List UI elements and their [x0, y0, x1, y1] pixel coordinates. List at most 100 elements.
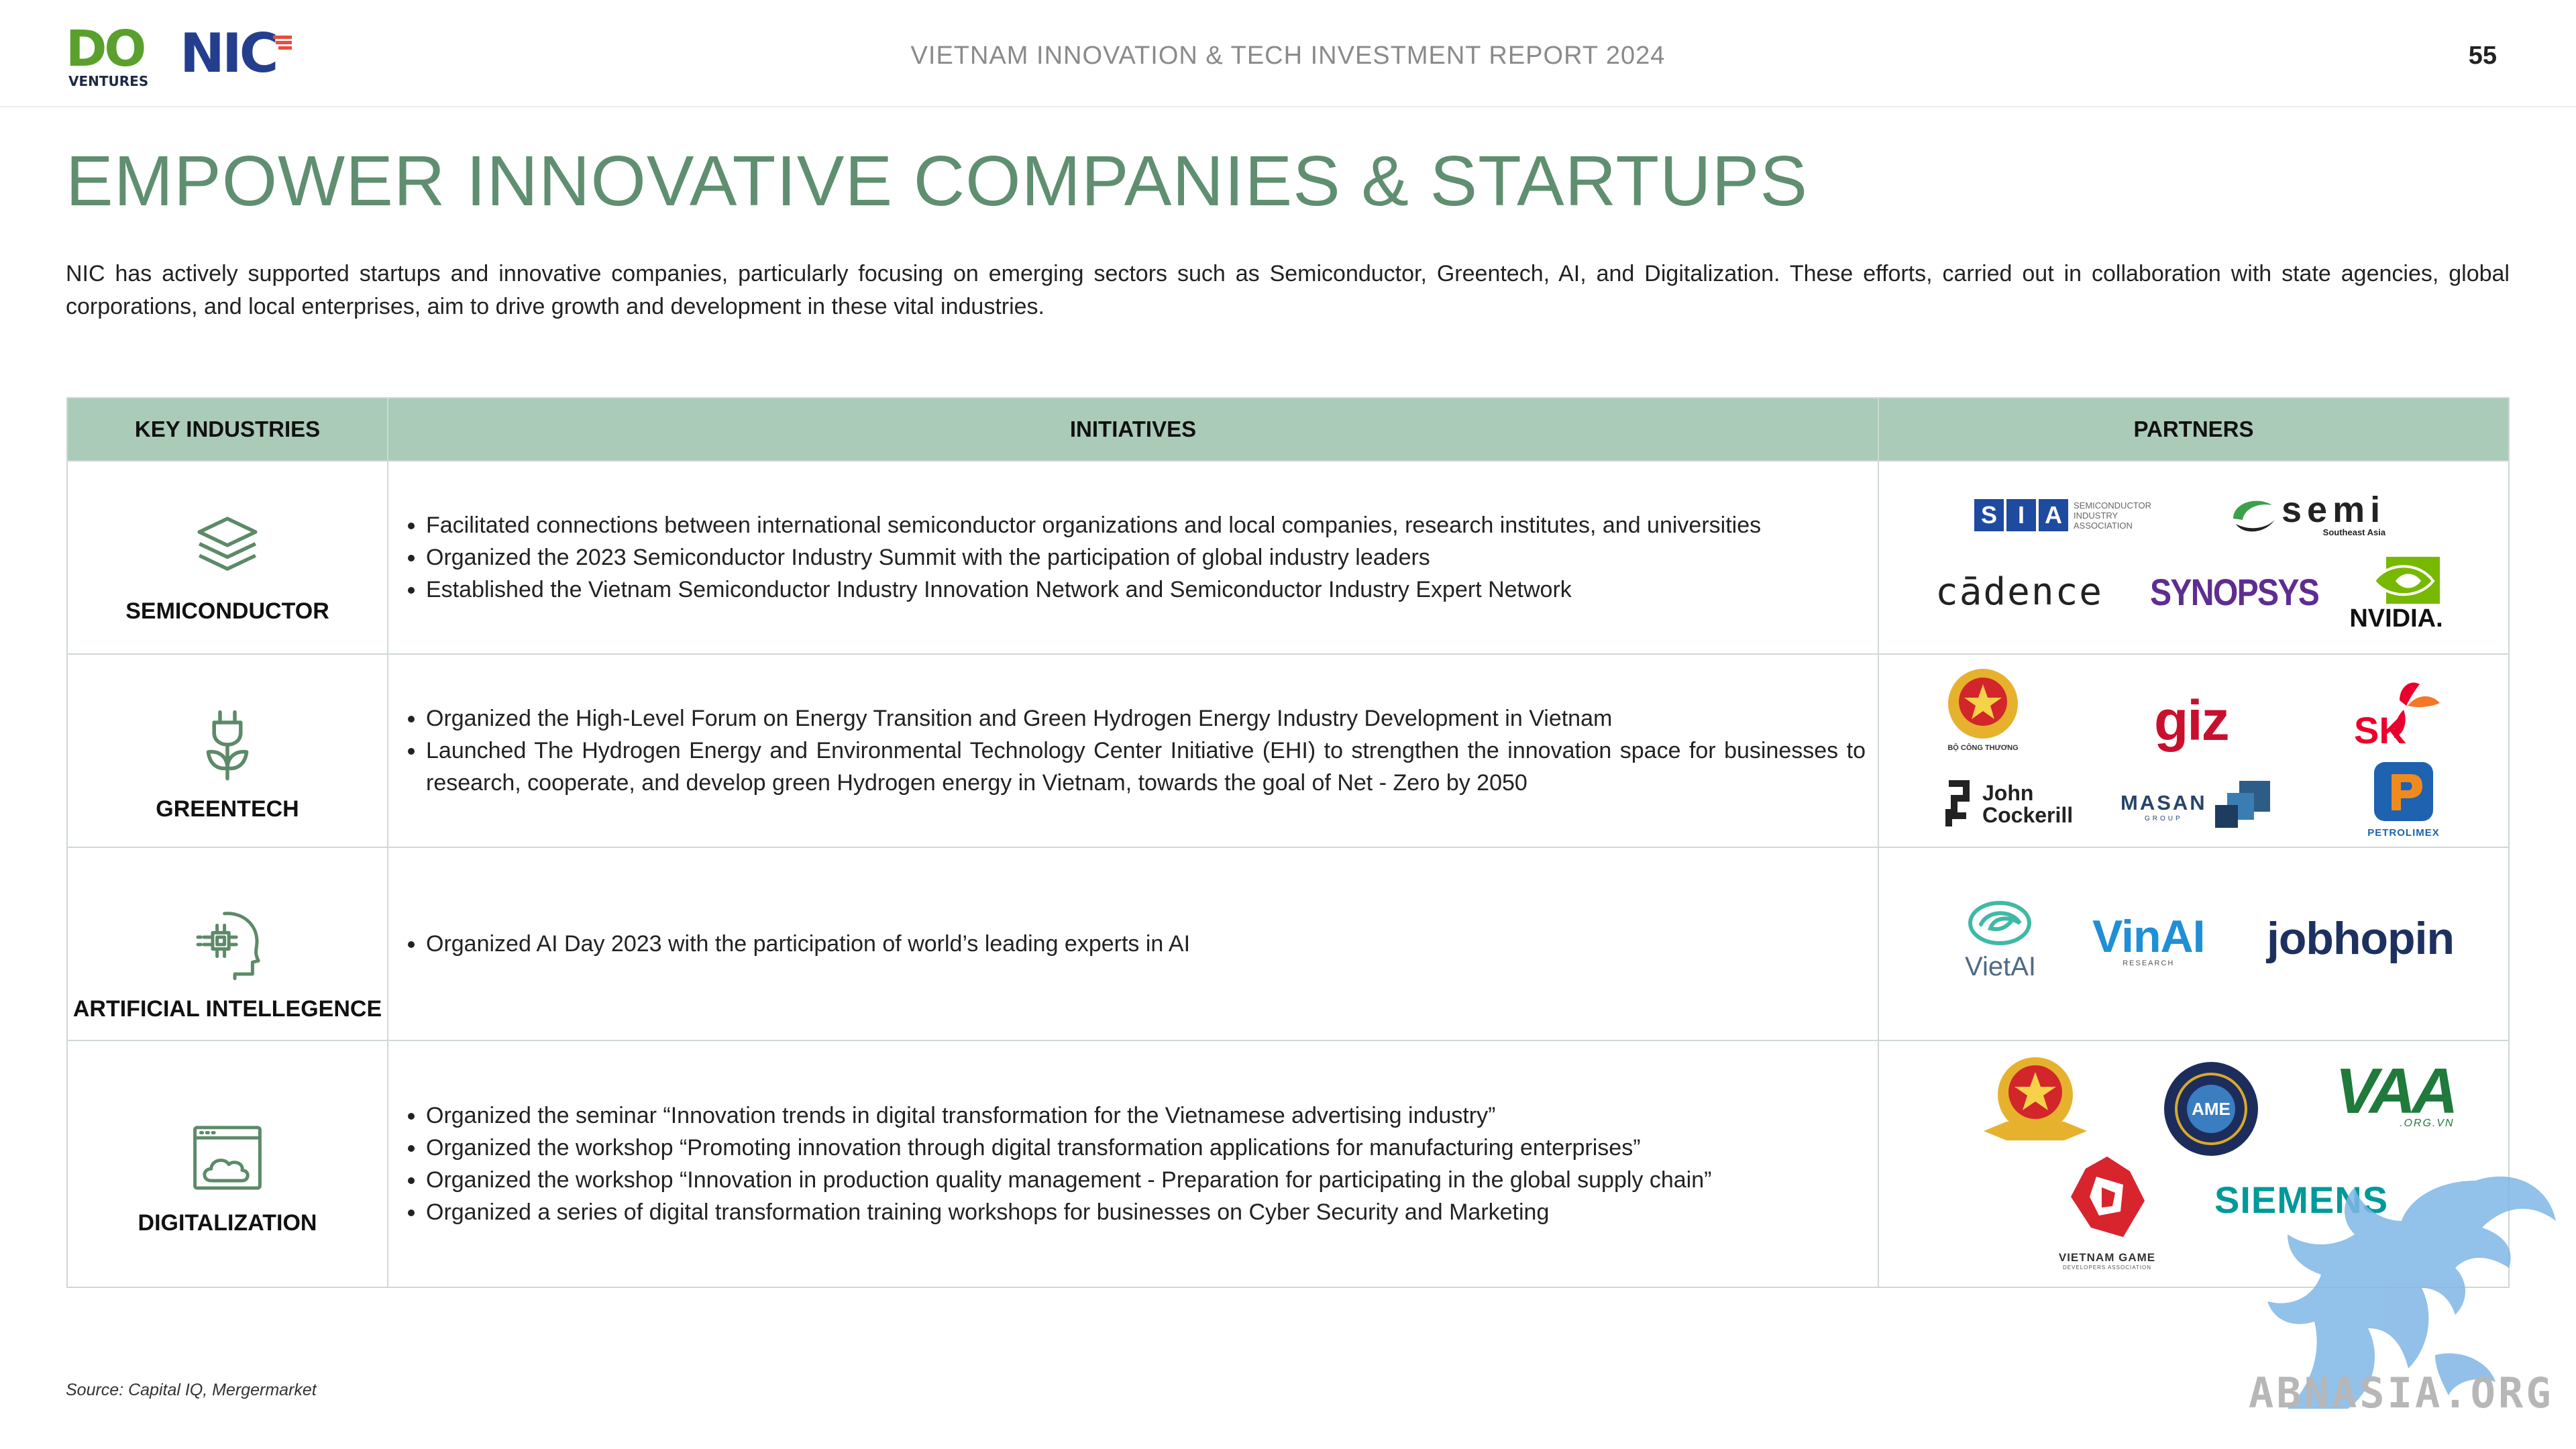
synopsys-logo: SYNOPSYS — [2150, 571, 2320, 613]
list-item: Organized the workshop “Promoting innova… — [426, 1132, 1866, 1164]
logo-ventures-text: VENTURES — [68, 73, 149, 89]
header-partners: PARTNERS — [1878, 397, 2510, 462]
cockerill-text: Cockerill — [1982, 803, 2074, 827]
intro-paragraph: NIC has actively supported startups and … — [66, 261, 2510, 319]
page-header: DO VENTURES NIC VIETNAM INNOVATION & TEC… — [0, 0, 2576, 107]
list-item: Organized a series of digital transforma… — [426, 1196, 1866, 1228]
vietai-text: VietAI — [1965, 952, 2036, 981]
initiatives-cell: Organized AI Day 2023 with the participa… — [387, 847, 1879, 1041]
source-note: Source: Capital IQ, Mergermarket — [66, 1381, 317, 1399]
ame-text: AME — [2192, 1099, 2231, 1119]
partners-cell: VietAI VinAI RESEARCH jobhopin — [1878, 847, 2510, 1041]
list-item: Facilitated connections between internat… — [426, 509, 1866, 541]
nvidia-logo: NVIDIA. — [2349, 555, 2460, 633]
vietai-mark-icon — [1968, 901, 2031, 945]
industry-label: SEMICONDUCTOR — [125, 598, 329, 624]
sia-caption: INDUSTRY — [2074, 510, 2118, 521]
moit-caption: BỘ CÔNG THƯƠNG — [1947, 744, 2019, 752]
masan-squares-icon — [2214, 781, 2270, 828]
sia-letter: S — [1974, 499, 2004, 531]
initiatives-cell: Facilitated connections between internat… — [387, 460, 1879, 655]
vinai-text: VinAI — [2092, 911, 2206, 962]
nvidia-text: NVIDIA. — [2349, 604, 2443, 633]
initiatives-list: Organized AI Day 2023 with the participa… — [402, 928, 1866, 960]
industry-table: KEY INDUSTRIES INITIATIVES PARTNERS SEMI… — [66, 397, 2510, 1288]
vaa-text: VAA — [2335, 1055, 2459, 1127]
industry-label: ARTIFICIAL INTELLEGENCE — [72, 996, 382, 1022]
initiatives-cell: Organized the seminar “Innovation trends… — [387, 1040, 1879, 1288]
industry-cell: GREENTECH — [66, 653, 388, 848]
sia-letter: A — [2039, 499, 2068, 531]
sk-text: SK — [2354, 709, 2406, 747]
report-title: VIETNAM INNOVATION & TECH INVESTMENT REP… — [910, 42, 1666, 70]
masan-subtext: GROUP — [2145, 814, 2183, 822]
industry-cell: DIGITALIZATION — [66, 1040, 388, 1288]
semi-swoosh-icon — [2233, 500, 2275, 531]
initiatives-list: Facilitated connections between internat… — [402, 509, 1866, 606]
vaa-logo: VAA .ORG.VN — [2335, 1055, 2459, 1130]
sia-letter: I — [2006, 499, 2036, 531]
list-item: Organized AI Day 2023 with the participa… — [426, 928, 1866, 960]
partners-cell: BỘ CÔNG THƯƠNG giz SK John Cockerill MAS… — [1878, 653, 2510, 848]
list-item: Established the Vietnam Semiconductor In… — [426, 574, 1866, 606]
vinai-logo: VinAI RESEARCH — [2092, 911, 2206, 967]
sia-logo: S I A SEMICONDUCTOR INDUSTRY ASSOCIATION — [1974, 499, 2151, 531]
cloud-window-icon — [193, 1125, 262, 1189]
industry-cell: SEMICONDUCTOR — [66, 460, 388, 655]
nvidia-eye-icon — [2372, 557, 2440, 604]
john-cockerill-logo: John Cockerill — [1939, 780, 2073, 829]
sk-logo: SK — [2353, 674, 2453, 751]
ame-seal-icon: AME — [2164, 1062, 2258, 1156]
vga-subtext: DEVELOPERS ASSOCIATION — [2062, 1265, 2152, 1271]
moit-emblem-logo: BỘ CÔNG THƯƠNG — [1939, 667, 2027, 752]
plug-plant-icon — [206, 710, 249, 780]
table-row: SEMICONDUCTOR Facilitated connections be… — [66, 460, 2510, 655]
industry-cell: ARTIFICIAL INTELLEGENCE — [66, 847, 388, 1041]
list-item: Organized the seminar “Innovation trends… — [426, 1099, 1866, 1132]
initiatives-list: Organized the seminar “Innovation trends… — [402, 1099, 1866, 1228]
vietnam-game-logo: VIETNAM GAME DEVELOPERS ASSOCIATION — [2040, 1154, 2174, 1271]
initiatives-cell: Organized the High-Level Forum on Energy… — [387, 653, 1879, 848]
vietai-logo: VietAI — [1965, 896, 2036, 982]
table-row: DIGITALIZATION Organized the seminar “In… — [66, 1040, 2510, 1288]
vietnam-game-mark-icon — [2071, 1157, 2145, 1237]
masan-text: MASAN — [2121, 790, 2207, 814]
semi-text: semi — [2282, 490, 2386, 530]
vietnam-emblem-ribbon-icon — [1984, 1057, 2087, 1140]
list-item: Organized the High-Level Forum on Energy… — [426, 702, 1866, 735]
header-key-industries: KEY INDUSTRIES — [66, 397, 388, 462]
vietnam-emblem-icon — [1948, 669, 2018, 739]
masan-logo: MASAN GROUP — [2121, 780, 2271, 833]
ame-logo: AME — [2162, 1060, 2260, 1161]
initiatives-list: Organized the High-Level Forum on Energy… — [402, 702, 1866, 799]
list-item: Organized the workshop “Innovation in pr… — [426, 1164, 1866, 1196]
sk-butterfly-icon: SK — [2354, 682, 2440, 751]
sia-caption: SEMICONDUCTOR — [2074, 500, 2152, 511]
vietnam-emblem-logo — [1980, 1055, 2091, 1152]
ai-head-icon — [196, 911, 260, 980]
cadence-logo: cādence — [1935, 570, 2104, 614]
table-header-row: KEY INDUSTRIES INITIATIVES PARTNERS — [66, 397, 2510, 462]
vga-text: VIETNAM GAME — [2058, 1251, 2156, 1264]
giz-logo: giz — [2154, 689, 2230, 752]
page-title: EMPOWER INNOVATIVE COMPANIES & STARTUPS — [66, 142, 1809, 221]
header-initiatives: INITIATIVES — [387, 397, 1879, 462]
semi-logo: semi Southeast Asia — [2228, 492, 2385, 537]
john-text: John — [1982, 781, 2034, 805]
list-item: Launched The Hydrogen Energy and Environ… — [426, 735, 1866, 799]
jobhopin-logo: jobhopin — [2267, 913, 2455, 964]
partners-cell: S I A SEMICONDUCTOR INDUSTRY ASSOCIATION — [1878, 460, 2510, 655]
sia-caption: ASSOCIATION — [2074, 520, 2133, 531]
list-item: Organized the 2023 Semiconductor Industr… — [426, 541, 1866, 574]
john-cockerill-mark-icon — [1945, 780, 1970, 826]
industry-label: DIGITALIZATION — [138, 1210, 317, 1236]
petrolimex-mark-icon — [2374, 762, 2433, 821]
table-row: GREENTECH Organized the High-Level Forum… — [66, 653, 2510, 848]
industry-label: GREENTECH — [156, 796, 299, 822]
watermark-text: ABNASIA.ORG — [2249, 1368, 2554, 1417]
table-row: ARTIFICIAL INTELLEGENCE Organized AI Day… — [66, 847, 2510, 1041]
petrolimex-logo: PETROLIMEX — [2350, 759, 2457, 839]
page-number: 55 — [2468, 42, 2497, 70]
layers-icon — [197, 516, 258, 571]
petrolimex-text: PETROLIMEX — [2367, 827, 2440, 839]
